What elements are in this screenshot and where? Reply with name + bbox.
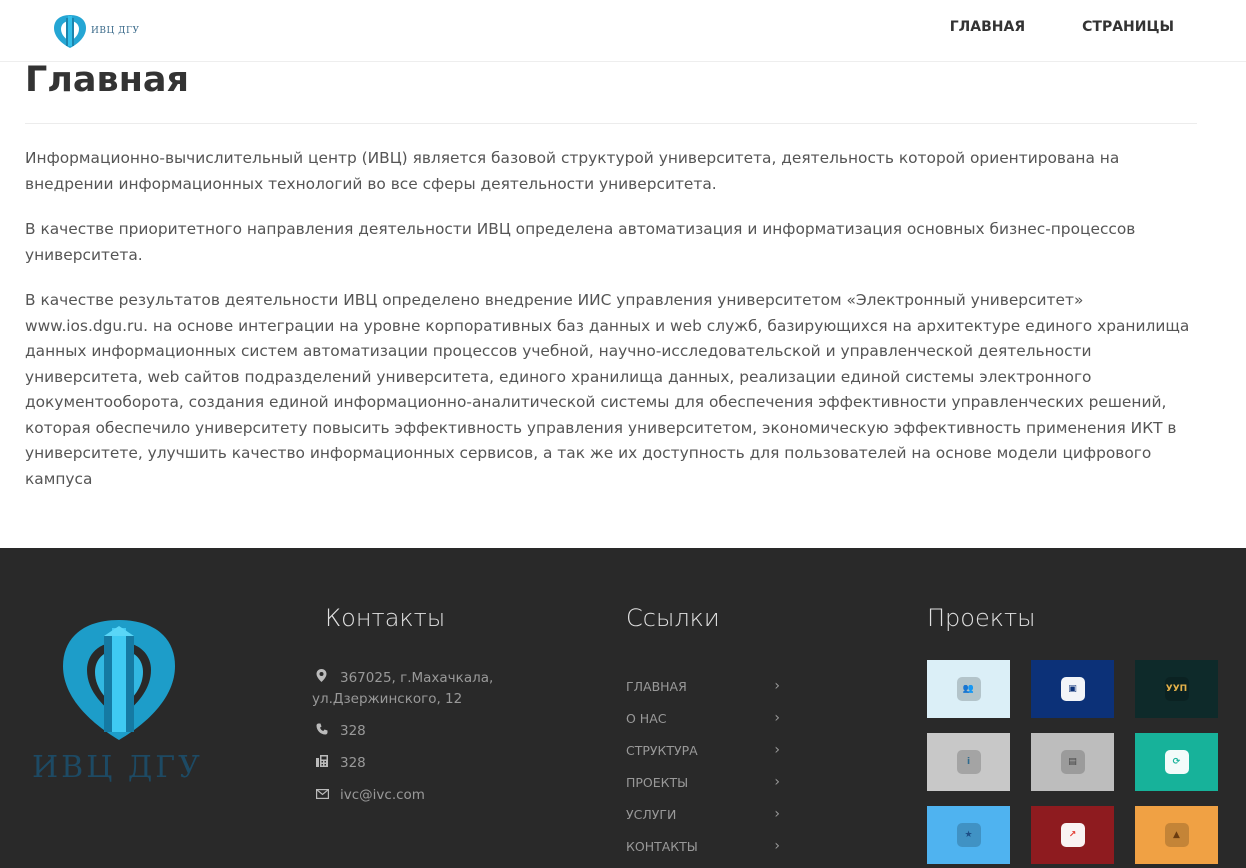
footer-link-about[interactable]: О НАС › [626, 702, 786, 734]
footer-link-label: СТРУКТУРА [626, 742, 698, 758]
projects-column: Проекты 👥 ▣ УУП i ▤ ⟳ ★ ↗ ▲ [927, 604, 1218, 864]
project-tile[interactable]: ★ [927, 806, 1010, 864]
footer-link-label: ГЛАВНАЯ [626, 678, 687, 694]
links-column: Ссылки ГЛАВНАЯ › О НАС › СТРУКТУРА › ПРОЕКТ… [626, 604, 780, 854]
top-navbar: ИВЦ ДГУ ГЛАВНАЯ СТРАНИЦЫ [0, 0, 1246, 62]
users-project-icon: 👥 [956, 677, 981, 701]
contact-email[interactable]: ivc@ivc.com [312, 785, 562, 806]
footer-link-label: КОНТАКТЫ [626, 838, 698, 854]
footer-link-label: ПРОЕКТЫ [626, 774, 689, 790]
refresh-doc-project-icon: ⟳ [1164, 750, 1189, 774]
main-content: Информационно-вычислительный центр (ИВЦ)… [25, 146, 1205, 512]
footer: ИВЦ ДГУ Контакты 367025, г.Махачкала, ул… [0, 548, 1246, 868]
contact-address-text: 367025, г.Махачкала, ул.Дзержинского, 12 [312, 668, 494, 710]
footer-link-contacts[interactable]: КОНТАКТЫ › [626, 830, 786, 862]
projects-title: Проекты [927, 604, 1036, 632]
footer-logo-icon [63, 620, 175, 740]
map-marker-icon [312, 668, 340, 689]
project-tile[interactable]: i [927, 733, 1010, 791]
project-tile[interactable]: ▤ [1031, 733, 1114, 791]
ivc-logo-icon [54, 15, 86, 48]
contact-fax: 328 [312, 753, 562, 774]
content-paragraph: В качестве приоритетного направления дея… [25, 220, 1136, 264]
chevron-right-icon: › [774, 838, 780, 854]
footer-link-home[interactable]: ГЛАВНАЯ › [626, 670, 786, 702]
fax-icon [312, 753, 340, 774]
phone-number: 328 [340, 723, 366, 739]
contacts-list: 367025, г.Махачкала, ул.Дзержинского, 12… [312, 668, 562, 817]
project-tile[interactable]: 👥 [927, 660, 1010, 718]
chevron-right-icon: › [774, 774, 780, 790]
project-tile[interactable]: ▣ [1031, 660, 1114, 718]
logo-text: ИВЦ ДГУ [91, 26, 140, 36]
uup-project-icon: УУП [1164, 677, 1189, 701]
chevron-right-icon: › [774, 742, 780, 758]
people-info-project-icon: i [956, 750, 981, 774]
contact-address: 367025, г.Махачкала, ул.Дзержинского, 12 [312, 668, 562, 710]
title-divider [25, 123, 1197, 124]
projects-grid: 👥 ▣ УУП i ▤ ⟳ ★ ↗ ▲ [927, 660, 1218, 864]
content-paragraph: Информационно-вычислительный центр (ИВЦ)… [25, 149, 1120, 193]
chevron-right-icon: › [774, 806, 780, 822]
footer-link-structure[interactable]: СТРУКТУРА › [626, 734, 786, 766]
footer-links-list: ГЛАВНАЯ › О НАС › СТРУКТУРА › ПРОЕКТЫ › УСЛУ… [626, 670, 786, 862]
contacts-title: Контакты [325, 604, 446, 632]
project-tile[interactable]: ▲ [1135, 806, 1218, 864]
star-badge-project-icon: ★ [956, 823, 981, 847]
nav-link-pages[interactable]: СТРАНИЦЫ [1082, 19, 1174, 35]
main-nav: ГЛАВНАЯ СТРАНИЦЫ [893, 19, 1174, 35]
fax-number: 328 [340, 755, 366, 771]
graduation-project-icon: ▲ [1164, 823, 1189, 847]
site-logo[interactable]: ИВЦ ДГУ [52, 12, 139, 50]
content-paragraph: В качестве результатов деятельности ИВЦ … [25, 291, 1190, 488]
envelope-icon [312, 785, 340, 806]
footer-link-label: О НАС [626, 710, 667, 726]
nav-link-home[interactable]: ГЛАВНАЯ [950, 19, 1025, 35]
footer-link-projects[interactable]: ПРОЕКТЫ › [626, 766, 786, 798]
links-title: Ссылки [626, 604, 720, 632]
arrow-up-project-icon: ↗ [1060, 823, 1085, 847]
phone-icon [312, 721, 340, 742]
footer-logo-text: ИВЦ ДГУ [32, 750, 203, 785]
e-journal-project-icon: ▣ [1060, 677, 1085, 701]
footer-link-label: УСЛУГИ [626, 806, 677, 822]
project-tile[interactable]: ⟳ [1135, 733, 1218, 791]
chevron-right-icon: › [774, 710, 780, 726]
contacts-column: Контакты 367025, г.Махачкала, ул.Дзержин… [312, 604, 493, 803]
project-tile[interactable]: ↗ [1031, 806, 1114, 864]
footer-logo: ИВЦ ДГУ [32, 614, 202, 785]
project-tile[interactable]: УУП [1135, 660, 1218, 718]
chevron-right-icon: › [774, 678, 780, 694]
presentation-project-icon: ▤ [1060, 750, 1085, 774]
page-title: Главная [25, 60, 189, 100]
address-line1: 367025, г.Махачкала, [340, 670, 494, 686]
email-address[interactable]: ivc@ivc.com [340, 785, 425, 806]
contact-phone: 328 [312, 721, 562, 742]
address-line2: ул.Дзержинского, 12 [312, 691, 463, 707]
footer-link-services[interactable]: УСЛУГИ › [626, 798, 786, 830]
